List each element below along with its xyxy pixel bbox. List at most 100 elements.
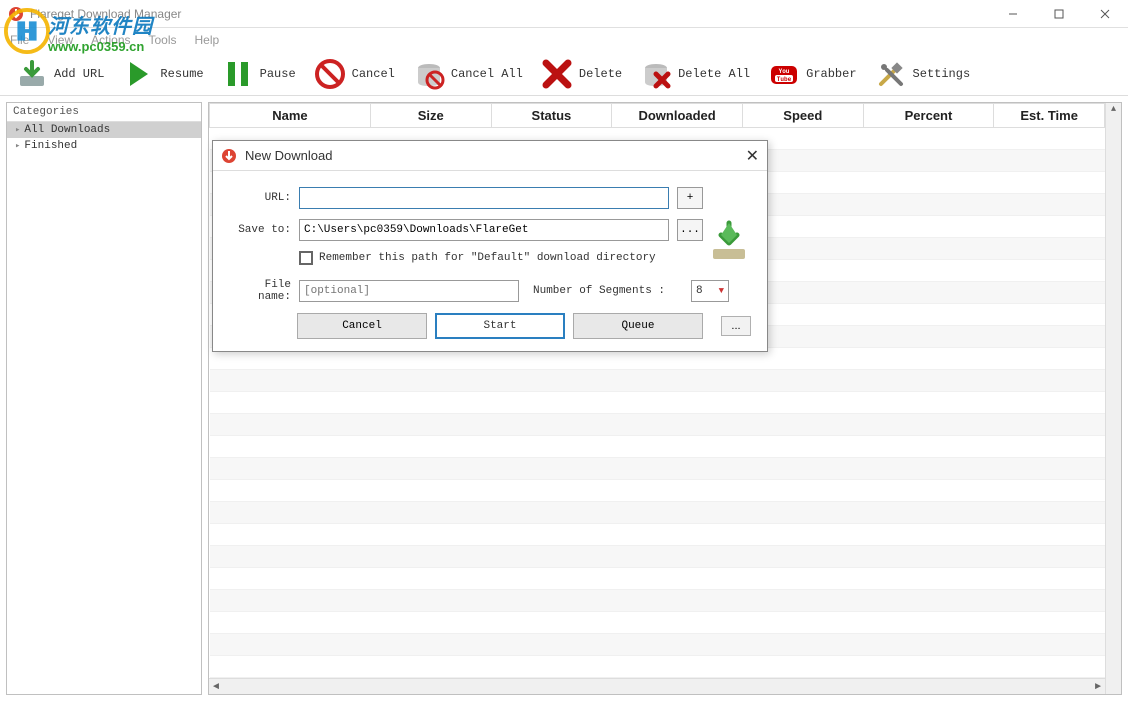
resume-label: Resume <box>160 67 203 81</box>
cancel-all-label: Cancel All <box>451 67 523 81</box>
col-percent[interactable]: Percent <box>863 104 994 128</box>
dialog-app-icon <box>221 148 237 164</box>
table-row[interactable] <box>210 590 1105 612</box>
col-downloaded[interactable]: Downloaded <box>612 104 743 128</box>
table-row[interactable] <box>210 546 1105 568</box>
table-row[interactable] <box>210 392 1105 414</box>
url-label: URL: <box>229 192 291 204</box>
grabber-button[interactable]: YouTube Grabber <box>762 56 862 92</box>
menu-file[interactable]: File <box>10 33 29 47</box>
pause-button[interactable]: Pause <box>216 56 302 92</box>
delete-all-icon <box>640 58 672 90</box>
settings-button[interactable]: Settings <box>869 56 977 92</box>
segments-value: 8 <box>696 285 703 297</box>
cancel-button[interactable]: Cancel <box>308 56 401 92</box>
menu-view[interactable]: View <box>47 33 73 47</box>
table-row[interactable] <box>210 370 1105 392</box>
pause-icon <box>222 58 254 90</box>
add-url-label: Add URL <box>54 67 104 81</box>
table-row[interactable] <box>210 568 1105 590</box>
add-url-button[interactable]: Add URL <box>10 56 110 92</box>
dialog-queue-button[interactable]: Queue <box>573 313 703 339</box>
col-status[interactable]: Status <box>491 104 612 128</box>
segments-label: Number of Segments : <box>533 285 665 297</box>
table-row[interactable] <box>210 634 1105 656</box>
chevron-right-icon: ▸ <box>15 141 20 151</box>
close-button[interactable] <box>1082 0 1128 28</box>
new-download-dialog: New Download ✕ URL: + Save to: ... Remem… <box>212 140 768 352</box>
sidebar-item-all-downloads[interactable]: ▸ All Downloads <box>7 122 201 138</box>
save-to-input[interactable] <box>299 219 669 241</box>
col-speed[interactable]: Speed <box>742 104 863 128</box>
menu-help[interactable]: Help <box>195 33 220 47</box>
add-url-plus-button[interactable]: + <box>677 187 703 209</box>
menubar: File View Actions Tools Help <box>0 28 1128 52</box>
cancel-all-icon <box>413 58 445 90</box>
download-large-icon <box>707 219 751 263</box>
table-row[interactable] <box>210 458 1105 480</box>
url-input[interactable] <box>299 187 669 209</box>
maximize-button[interactable] <box>1036 0 1082 28</box>
chevron-down-icon: ▼ <box>719 286 724 296</box>
youtube-icon: YouTube <box>768 58 800 90</box>
chevron-right-icon: ▸ <box>15 125 20 135</box>
table-row[interactable] <box>210 436 1105 458</box>
col-est-time[interactable]: Est. Time <box>994 104 1105 128</box>
vertical-scrollbar[interactable]: ▴ <box>1105 103 1121 694</box>
pause-label: Pause <box>260 67 296 81</box>
settings-icon <box>875 58 907 90</box>
save-to-label: Save to: <box>229 224 291 236</box>
menu-tools[interactable]: Tools <box>149 33 177 47</box>
col-name[interactable]: Name <box>210 104 371 128</box>
delete-all-button[interactable]: Delete All <box>634 56 756 92</box>
dialog-close-button[interactable]: ✕ <box>746 146 759 166</box>
delete-button[interactable]: Delete <box>535 56 628 92</box>
sidebar-item-finished[interactable]: ▸ Finished <box>7 138 201 154</box>
table-row[interactable] <box>210 414 1105 436</box>
delete-all-label: Delete All <box>678 67 750 81</box>
col-size[interactable]: Size <box>370 104 491 128</box>
settings-label: Settings <box>913 67 971 81</box>
table-row[interactable] <box>210 612 1105 634</box>
sidebar-item-label: Finished <box>24 140 77 152</box>
scroll-left-icon[interactable]: ◄ <box>211 681 221 692</box>
cancel-icon <box>314 58 346 90</box>
file-name-label: File name: <box>229 279 291 303</box>
browse-button[interactable]: ... <box>677 219 703 241</box>
window-title: Flareget Download Manager <box>30 7 181 21</box>
play-icon <box>122 58 154 90</box>
table-row[interactable] <box>210 656 1105 678</box>
delete-icon <box>541 58 573 90</box>
app-icon <box>8 6 24 22</box>
svg-text:You: You <box>779 68 790 75</box>
scroll-right-icon[interactable]: ► <box>1093 681 1103 692</box>
dialog-titlebar[interactable]: New Download ✕ <box>213 141 767 171</box>
minimize-button[interactable] <box>990 0 1036 28</box>
dialog-more-button[interactable]: ... <box>721 316 751 336</box>
sidebar-header: Categories <box>7 103 201 122</box>
table-row[interactable] <box>210 502 1105 524</box>
svg-text:Tube: Tube <box>777 76 792 83</box>
add-url-icon <box>16 58 48 90</box>
resume-button[interactable]: Resume <box>116 56 209 92</box>
window-titlebar: Flareget Download Manager <box>0 0 1128 28</box>
dialog-start-button[interactable]: Start <box>435 313 565 339</box>
toolbar: Add URL Resume Pause Cancel Cancel All D… <box>0 52 1128 96</box>
segments-select[interactable]: 8 ▼ <box>691 280 729 302</box>
remember-path-checkbox[interactable] <box>299 251 313 265</box>
remember-path-label: Remember this path for "Default" downloa… <box>319 252 656 264</box>
table-row[interactable] <box>210 524 1105 546</box>
dialog-cancel-button[interactable]: Cancel <box>297 313 427 339</box>
file-name-input[interactable] <box>299 280 519 302</box>
horizontal-scrollbar[interactable]: ◄ ► <box>209 678 1105 694</box>
sidebar-item-label: All Downloads <box>24 124 110 136</box>
scroll-up-icon[interactable]: ▴ <box>1106 103 1121 114</box>
cancel-label: Cancel <box>352 67 395 81</box>
table-row[interactable] <box>210 480 1105 502</box>
grabber-label: Grabber <box>806 67 856 81</box>
delete-label: Delete <box>579 67 622 81</box>
dialog-title: New Download <box>245 148 332 163</box>
cancel-all-button[interactable]: Cancel All <box>407 56 529 92</box>
categories-sidebar: Categories ▸ All Downloads ▸ Finished <box>6 102 202 695</box>
menu-actions[interactable]: Actions <box>91 33 130 47</box>
